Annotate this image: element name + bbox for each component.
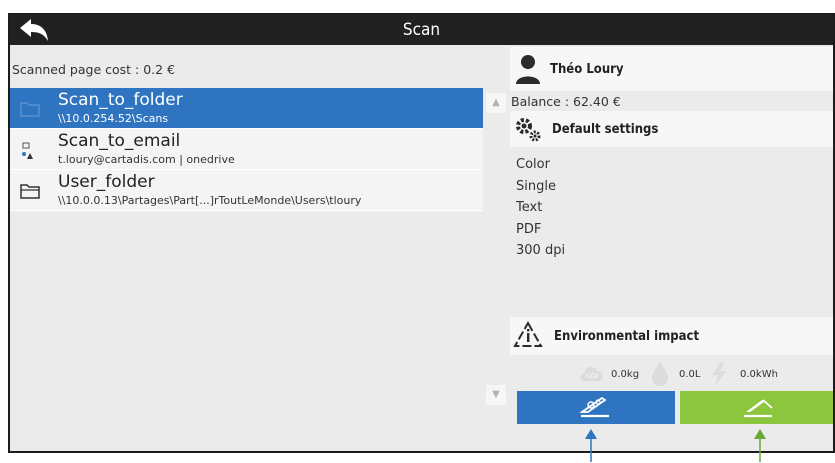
svg-text:CO2: CO2 [586, 373, 599, 380]
destination-item-user-folder[interactable]: User_folder \\10.0.0.13\Partages\Part[..… [10, 170, 483, 211]
email-users-icon [22, 142, 33, 159]
folder-icon [20, 102, 40, 117]
destination-list: Scan_to_folder \\10.0.254.52\Scans Scan_… [10, 88, 483, 211]
setting-resolution: 300 dpi [516, 243, 566, 258]
balance-label: Balance : 62.40 € [511, 94, 621, 109]
gears-icon [516, 118, 541, 142]
default-settings-list: Color Single Text PDF 300 dpi [516, 157, 565, 265]
setting-file-format: PDF [516, 221, 542, 237]
user-icon [516, 55, 540, 84]
environmental-impact-title: Environmental impact [554, 329, 700, 344]
arrow-up-settings-icon [585, 429, 597, 462]
co2-value: 0.0kg [611, 369, 640, 380]
user-info: Théo Loury [510, 47, 833, 91]
destination-name: Scan_to_folder [58, 90, 183, 110]
setting-sides: Single [516, 178, 556, 194]
destination-path: \\10.0.254.52\Scans [58, 112, 169, 125]
scanner-settings-icon [579, 396, 609, 418]
lightning-icon [712, 362, 726, 386]
setting-document-type: Text [516, 200, 543, 215]
scan-window: Scan Scanned page cost : 0.2 € Scan_to_f… [8, 13, 835, 453]
user-name: Théo Loury [550, 62, 624, 77]
destination-name: User_folder [58, 172, 155, 192]
destination-path: t.loury@cartadis.com | onedrive [58, 153, 235, 166]
scanner-icon [744, 399, 773, 418]
folder-icon [20, 184, 40, 199]
destination-item-scan-to-email[interactable]: Scan_to_email t.loury@cartadis.com | one… [10, 129, 483, 170]
recycle-info-icon [513, 320, 543, 347]
start-scan-button[interactable] [680, 391, 833, 424]
page-cost-label: Scanned page cost : 0.2 € [12, 62, 176, 77]
header-bar: Scan [10, 15, 833, 45]
co2-cloud-icon: CO2 [580, 367, 603, 381]
setting-color-mode: Color [516, 157, 550, 172]
destination-item-scan-to-folder[interactable]: Scan_to_folder \\10.0.254.52\Scans [10, 88, 483, 129]
energy-value: 0.0kWh [740, 369, 778, 380]
environmental-impact-header: Environmental impact [510, 317, 833, 355]
arrow-up-scan-icon [754, 429, 766, 462]
scroll-up-button[interactable]: ▲ [486, 93, 506, 113]
water-value: 0.0L [679, 369, 701, 380]
default-settings-title: Default settings [552, 122, 659, 137]
page-title: Scan [402, 20, 441, 40]
destination-path: \\10.0.0.13\Partages\Part[...]rToutLeMon… [58, 194, 362, 207]
destination-name: Scan_to_email [58, 131, 181, 151]
water-drop-icon [652, 362, 668, 386]
default-settings-header: Default settings [510, 111, 833, 147]
scan-settings-button[interactable] [517, 391, 675, 424]
scroll-down-button[interactable]: ▼ [486, 385, 506, 405]
